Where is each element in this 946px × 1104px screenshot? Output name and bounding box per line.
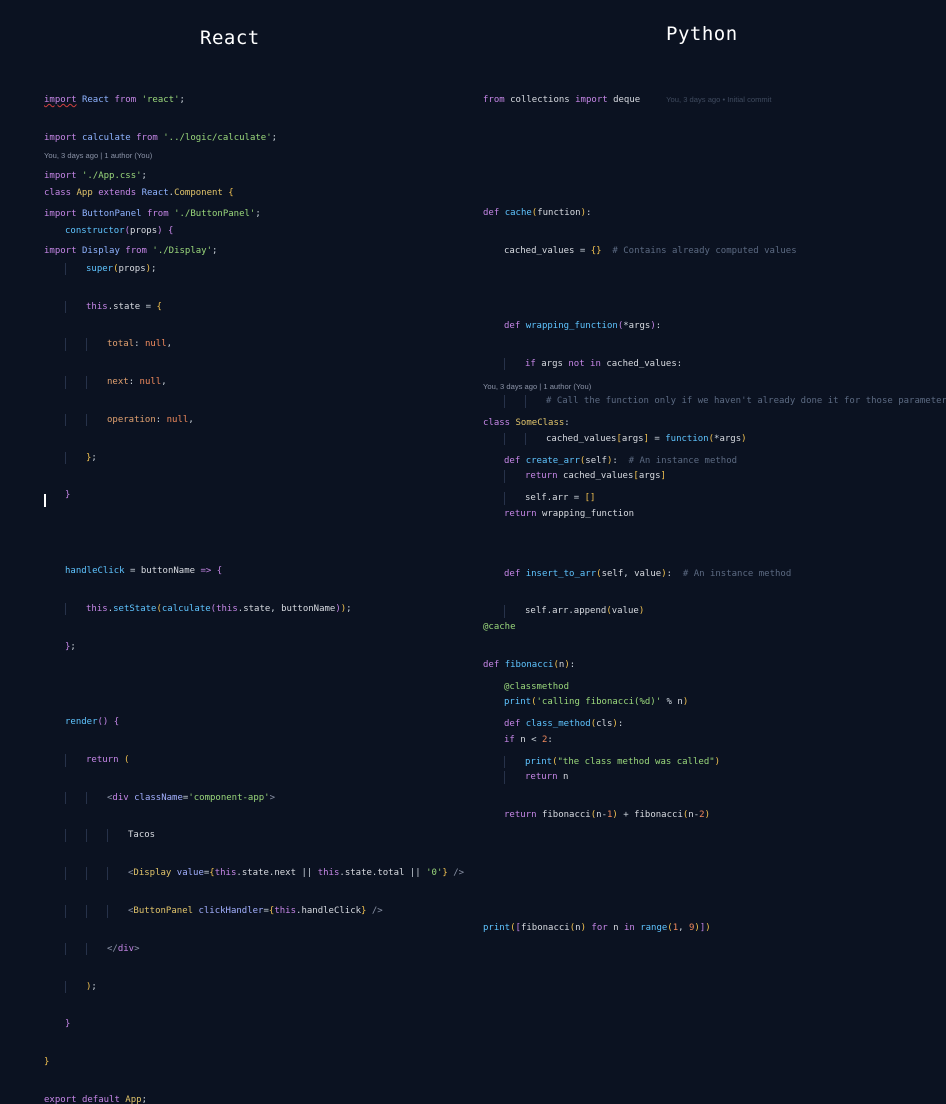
code-line: from collections import deque You, 3 days… bbox=[483, 95, 772, 106]
code-line: print([fibonacci(n) for n in range(1, 9)… bbox=[483, 922, 711, 933]
code-line: export default App; bbox=[44, 1094, 147, 1104]
code-line: }; bbox=[44, 451, 464, 465]
code-line: cached_values = {} # Contains already co… bbox=[504, 245, 797, 256]
code-line: def cache(function): bbox=[483, 208, 592, 219]
code-line: return ( bbox=[44, 753, 464, 767]
code-line: }; bbox=[65, 641, 76, 652]
inline-blame: You, 3 days ago • Initial commit bbox=[666, 95, 772, 105]
code-line: self.arr.append(value) bbox=[483, 605, 791, 618]
python-code-bottom[interactable]: class SomeClass: def create_arr(self): #… bbox=[483, 392, 791, 793]
code-line: class App extends React.Component { bbox=[44, 188, 234, 199]
code-line: Tacos bbox=[44, 829, 464, 843]
code-line: <div className='component-app'> bbox=[44, 791, 464, 805]
code-line: this.setState(calculate(this.state, butt… bbox=[44, 602, 464, 616]
codelens-blame[interactable]: You, 3 days ago | 1 author (You) bbox=[44, 151, 152, 160]
code-line: return fibonacci(n-1) + fibonacci(n-2) bbox=[504, 810, 710, 821]
code-line: self.arr = [] bbox=[483, 492, 791, 505]
code-line: import React from 'react'; bbox=[44, 95, 185, 106]
code-line: } bbox=[65, 1019, 71, 1030]
python-title: Python bbox=[666, 23, 738, 45]
code-line: <Display value={this.state.next || this.… bbox=[44, 867, 464, 880]
code-line: import calculate from '../logic/calculat… bbox=[44, 132, 278, 143]
code-line: total: null, bbox=[44, 338, 464, 351]
code-line: render() { bbox=[65, 717, 120, 728]
code-line: ); bbox=[44, 980, 464, 994]
code-line: def wrapping_function(*args): bbox=[504, 320, 662, 331]
text-cursor bbox=[44, 494, 46, 507]
react-panel: React import React from 'react'; import … bbox=[0, 0, 470, 1104]
python-panel: Python from collections import deque You,… bbox=[470, 0, 946, 933]
code-line: def class_method(cls): bbox=[504, 719, 624, 730]
code-line: handleClick = buttonName => { bbox=[65, 566, 223, 576]
code-line: this.state = { bbox=[44, 300, 464, 314]
react-class-code[interactable]: class App extends React.Component { cons… bbox=[44, 162, 464, 1104]
code-line: </div> bbox=[44, 942, 464, 956]
code-line: super(props); bbox=[44, 262, 464, 276]
code-line: @classmethod bbox=[504, 681, 570, 692]
code-line: } bbox=[65, 490, 71, 501]
code-line: operation: null, bbox=[44, 413, 464, 427]
code-line: next: null, bbox=[44, 376, 464, 389]
code-line: constructor(props) { bbox=[65, 225, 174, 236]
code-line: } bbox=[44, 1057, 50, 1068]
react-title: React bbox=[200, 27, 260, 49]
code-line: def create_arr(self): # An instance meth… bbox=[504, 455, 738, 466]
code-line: <ButtonPanel clickHandler={this.handleCl… bbox=[44, 905, 464, 918]
code-line: print("the class method was called") bbox=[483, 755, 791, 769]
code-line: class SomeClass: bbox=[483, 418, 570, 429]
code-line: def insert_to_arr(self, value): # An ins… bbox=[504, 568, 792, 579]
codelens-blame[interactable]: You, 3 days ago | 1 author (You) bbox=[483, 382, 591, 391]
code-line: if args not in cached_values: bbox=[483, 357, 946, 370]
